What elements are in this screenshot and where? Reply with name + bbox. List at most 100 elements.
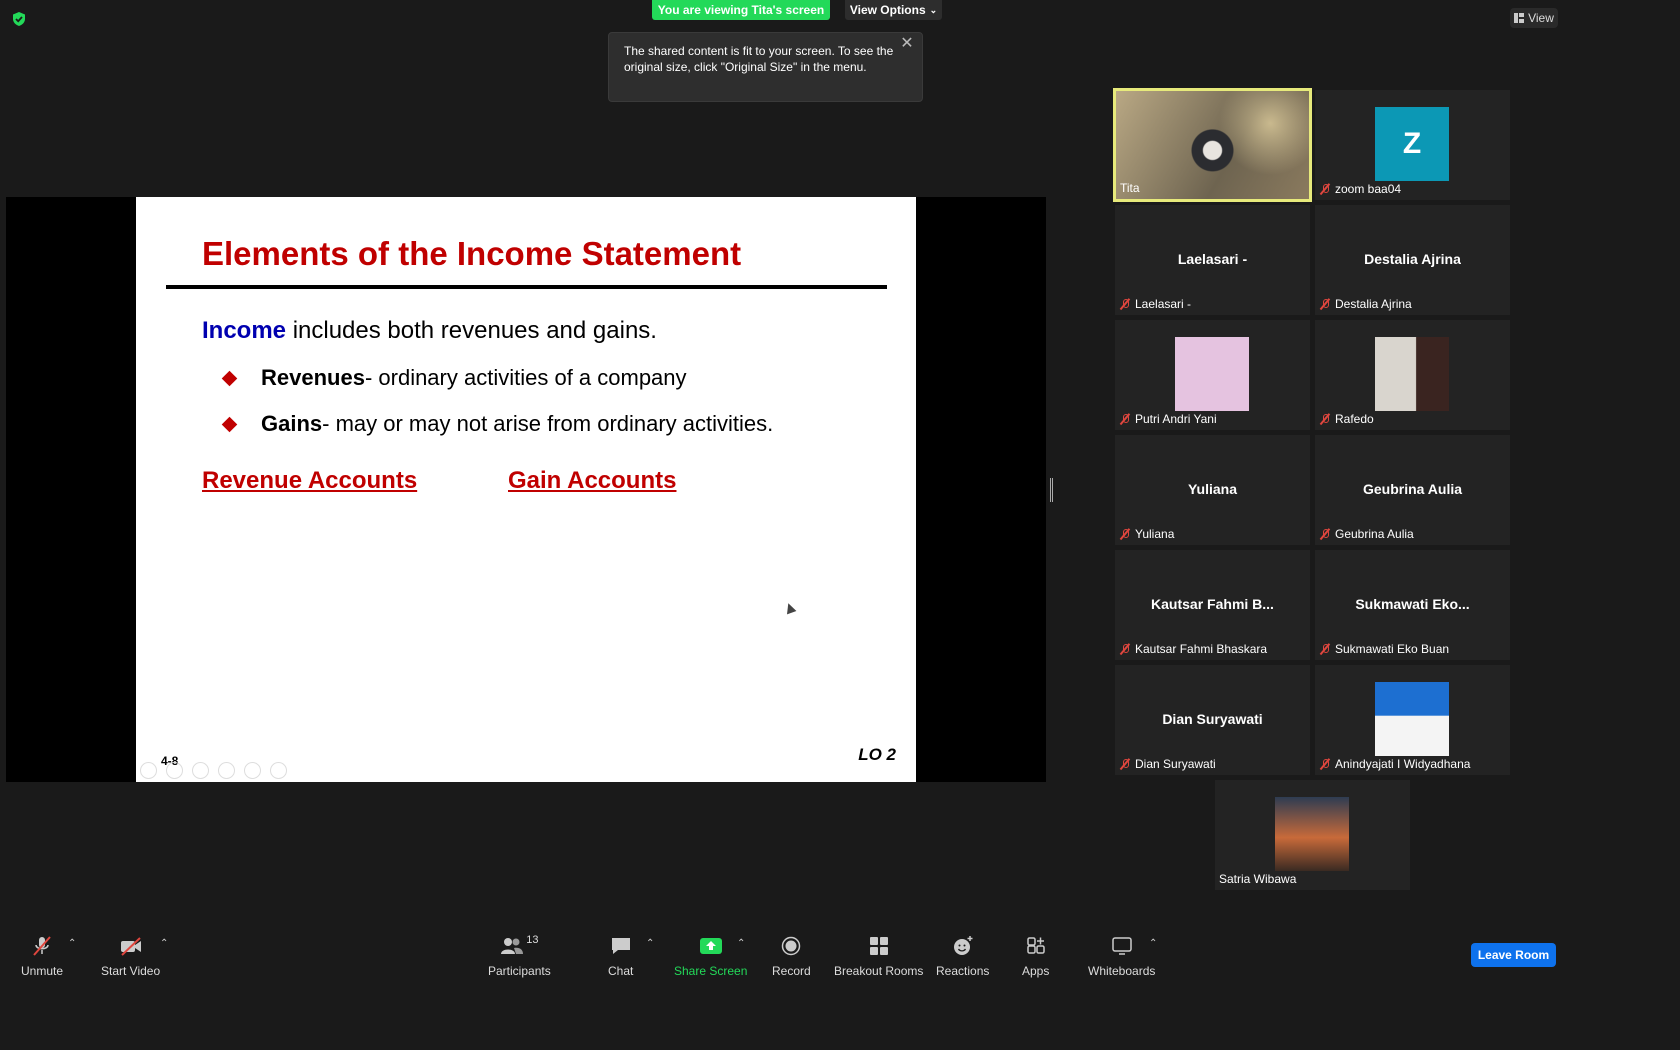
participant-tile[interactable]: Kautsar Fahmi B... Kautsar Fahmi Bhaskar… <box>1115 550 1310 660</box>
apps-button[interactable]: Apps <box>1022 934 1049 978</box>
participant-tile[interactable]: Geubrina Aulia Geubrina Aulia <box>1315 435 1510 545</box>
revenue-accounts-heading: Revenue Accounts <box>202 467 418 494</box>
avatar <box>1175 337 1249 411</box>
apps-icon <box>1024 934 1048 958</box>
mic-muted-icon <box>1319 413 1331 425</box>
breakout-rooms-icon <box>867 934 891 958</box>
participants-button[interactable]: 13 Participants <box>488 934 551 978</box>
whiteboard-options-caret[interactable]: ⌃ <box>1149 938 1157 949</box>
participant-tile[interactable]: Dian Suryawati Dian Suryawati <box>1115 665 1310 775</box>
meeting-toolbar: Unmute ⌃ Start Video ⌃ 13 Participants C… <box>0 920 1568 980</box>
participant-display-name: Kautsar Fahmi B... <box>1151 596 1274 612</box>
unmute-label: Unmute <box>21 964 64 978</box>
participant-name-label: Kautsar Fahmi Bhaskara <box>1119 642 1267 656</box>
next-slide-icon[interactable] <box>166 762 183 779</box>
income-keyword: Income <box>202 317 287 344</box>
leave-room-button[interactable]: Leave Room <box>1471 943 1556 967</box>
participant-name-label: Tita <box>1120 181 1140 195</box>
participants-icon: 13 <box>489 934 549 958</box>
bullet-term: Revenues <box>261 365 365 390</box>
participant-name-label: Destalia Ajrina <box>1319 297 1412 311</box>
participant-display-name: Destalia Ajrina <box>1364 251 1461 267</box>
mic-muted-icon <box>1319 183 1331 195</box>
bullet-gains: Gains - may or may not arise from ordina… <box>221 411 774 437</box>
close-icon[interactable]: ✕ <box>900 36 914 52</box>
mic-muted-icon <box>1319 643 1331 655</box>
more-options-icon[interactable] <box>270 762 287 779</box>
participant-name-label: Laelasari - <box>1119 297 1191 311</box>
avatar <box>1275 797 1349 871</box>
participant-tile[interactable]: Destalia Ajrina Destalia Ajrina <box>1315 205 1510 315</box>
whiteboards-label: Whiteboards <box>1088 964 1156 978</box>
participant-tile[interactable]: Yuliana Yuliana <box>1115 435 1310 545</box>
participant-tile[interactable]: Z zoom baa04 <box>1315 90 1510 200</box>
record-icon <box>779 934 803 958</box>
panel-resize-handle[interactable] <box>1050 478 1053 502</box>
chat-button[interactable]: Chat <box>608 934 633 978</box>
video-options-caret[interactable]: ⌃ <box>160 938 168 949</box>
participant-name-label: zoom baa04 <box>1319 182 1401 196</box>
participant-tile[interactable]: Rafedo <box>1315 320 1510 430</box>
breakout-rooms-button[interactable]: Breakout Rooms <box>834 934 923 978</box>
viewing-screen-banner: You are viewing Tita's screen <box>652 0 830 20</box>
record-button[interactable]: Record <box>772 934 811 978</box>
unmute-button[interactable]: Unmute <box>21 934 63 978</box>
participant-tile[interactable]: Tita <box>1113 88 1312 202</box>
bullet-revenues: Revenues - ordinary activities of a comp… <box>221 365 687 391</box>
whiteboards-button[interactable]: Whiteboards <box>1088 934 1155 978</box>
participant-tile[interactable]: Anindyajati I Widyadhana <box>1315 665 1510 775</box>
participant-name-label: Yuliana <box>1119 527 1174 541</box>
reactions-button[interactable]: Reactions <box>936 934 989 978</box>
participant-tile[interactable]: Putri Andri Yani <box>1115 320 1310 430</box>
participant-name-label: Satria Wibawa <box>1219 872 1297 886</box>
mic-muted-icon <box>1119 528 1131 540</box>
view-layout-button[interactable]: View <box>1510 8 1558 28</box>
participant-name-label: Sukmawati Eko Buan <box>1319 642 1449 656</box>
see-all-slides-icon[interactable] <box>218 762 235 779</box>
income-definition: Income includes both revenues and gains. <box>202 317 657 345</box>
view-options-button[interactable]: View Options ⌄ <box>845 0 942 20</box>
participant-tile[interactable]: Laelasari - Laelasari - <box>1115 205 1310 315</box>
chat-options-caret[interactable]: ⌃ <box>646 938 654 949</box>
participant-display-name: Dian Suryawati <box>1162 711 1263 727</box>
zoom-icon[interactable] <box>244 762 261 779</box>
pen-icon[interactable] <box>192 762 209 779</box>
mic-muted-icon <box>1119 413 1131 425</box>
bullet-text: - may or may not arise from ordinary act… <box>322 411 774 436</box>
slide-title: Elements of the Income Statement <box>202 235 742 272</box>
avatar <box>1375 337 1449 411</box>
participant-count: 13 <box>526 934 539 946</box>
mic-muted-icon <box>1119 758 1131 770</box>
layout-icon <box>1514 13 1525 23</box>
participants-label: Participants <box>488 964 551 978</box>
participant-tile[interactable]: Sukmawati Eko... Sukmawati Eko Buan <box>1315 550 1510 660</box>
record-label: Record <box>772 964 811 978</box>
security-shield-icon[interactable] <box>11 11 27 27</box>
chevron-down-icon: ⌄ <box>929 4 938 15</box>
gain-accounts-heading: Gain Accounts <box>508 467 677 494</box>
participant-name-label: Putri Andri Yani <box>1119 412 1217 426</box>
slideshow-toolbar <box>140 762 287 779</box>
share-options-caret[interactable]: ⌃ <box>737 938 745 949</box>
mic-muted-icon <box>1119 643 1131 655</box>
mic-muted-icon <box>1319 528 1331 540</box>
participant-name-label: Rafedo <box>1319 412 1374 426</box>
participant-display-name: Sukmawati Eko... <box>1355 596 1470 612</box>
participant-tile[interactable]: Satria Wibawa <box>1215 780 1410 890</box>
income-definition-text: includes both revenues and gains. <box>286 317 657 344</box>
participant-name-label: Dian Suryawati <box>1119 757 1216 771</box>
video-feed <box>1116 91 1309 199</box>
mic-muted-icon <box>1119 298 1131 310</box>
bullet-text: - ordinary activities of a company <box>364 365 687 390</box>
chat-label: Chat <box>608 964 634 978</box>
previous-slide-icon[interactable] <box>140 762 157 779</box>
video-off-icon <box>119 934 143 958</box>
start-video-button[interactable]: Start Video <box>101 934 160 978</box>
audio-options-caret[interactable]: ⌃ <box>68 938 76 949</box>
breakout-rooms-label: Breakout Rooms <box>834 964 924 978</box>
tooltip-text: The shared content is fit to your screen… <box>624 44 894 74</box>
bullet-term: Gains <box>261 411 323 436</box>
reactions-smiley-icon <box>951 934 975 958</box>
share-screen-label: Share Screen <box>674 964 748 978</box>
title-divider <box>166 285 887 289</box>
